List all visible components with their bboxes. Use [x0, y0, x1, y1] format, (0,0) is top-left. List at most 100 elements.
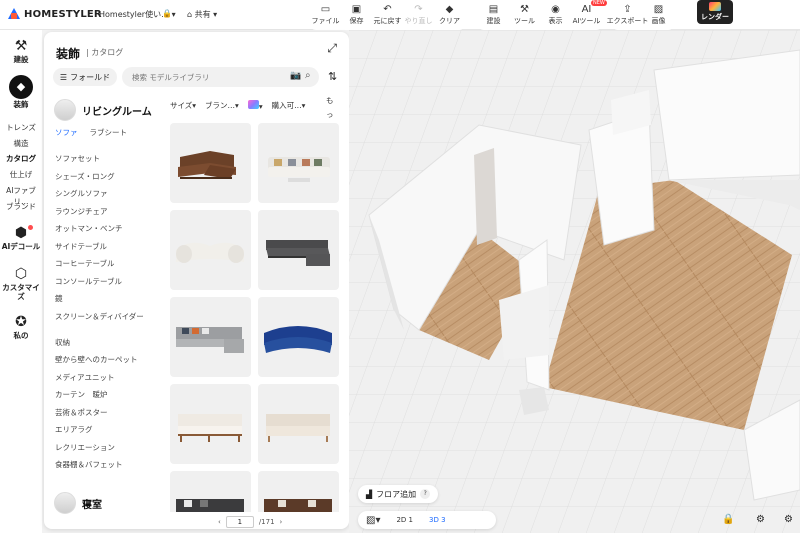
subcategory-item[interactable]: 食器棚＆バフェット: [55, 460, 165, 478]
subcategory-item[interactable]: 収納: [55, 338, 165, 356]
category-living-room[interactable]: リビングルーム: [54, 99, 152, 121]
sofa-icon: ◆: [9, 75, 33, 99]
save-icon: ▣: [351, 4, 362, 15]
rail-sub-catalog[interactable]: カタログ: [0, 153, 42, 164]
product-card[interactable]: [258, 297, 339, 377]
brown-sectional-sofa-image: [178, 151, 236, 179]
subcategory-item[interactable]: カーテン 暖炉: [55, 390, 165, 408]
page-input[interactable]: 1: [225, 516, 254, 528]
lock-view-icon[interactable]: 🔒: [722, 514, 734, 525]
new-badge: NEW: [591, 0, 607, 6]
product-card[interactable]: [170, 297, 251, 377]
rail-sub-finish[interactable]: 仕上げ: [0, 169, 42, 180]
rail-customize[interactable]: ⬡ カスタマイズ: [0, 266, 42, 301]
filter-purchasable[interactable]: 購入可…▾: [272, 100, 306, 111]
product-card[interactable]: [258, 471, 339, 512]
build-button[interactable]: ▤ 建設: [478, 0, 509, 30]
subcategory-item[interactable]: メディアユニット: [55, 373, 165, 391]
filter-color[interactable]: ▾: [247, 100, 263, 111]
rail-mine[interactable]: ✪ 私の: [0, 314, 42, 340]
product-card[interactable]: [258, 210, 339, 290]
add-floor-button[interactable]: ▟ フロア追加 ?: [358, 485, 439, 503]
view-button[interactable]: ◉ 表示: [540, 0, 571, 30]
product-card[interactable]: [258, 384, 339, 464]
tools-button[interactable]: ⚒ ツール: [509, 0, 540, 30]
catalog-panel: 装飾 | カタログ ⤢ ☰ フォールド 📷 ⌕ ⇅ リビングルーム ソファ ラブ…: [44, 32, 349, 529]
subcategory-item[interactable]: シェーズ・ロング: [55, 172, 165, 190]
rail-build[interactable]: ⚒ 建設: [0, 38, 42, 64]
subcategory-item[interactable]: 壁から壁へのカーペット: [55, 355, 165, 373]
subcategory-item[interactable]: 鏡: [55, 294, 165, 312]
redo-icon: ↷: [414, 4, 423, 15]
view-3d-button[interactable]: 3D 3: [421, 516, 454, 524]
product-card[interactable]: [258, 123, 339, 203]
3d-viewport[interactable]: [349, 30, 800, 533]
redo-button[interactable]: ↷ やり直し: [403, 0, 434, 30]
next-page-icon[interactable]: ›: [280, 518, 283, 526]
image-button[interactable]: ▨ 画像: [643, 0, 674, 30]
subcategory-item[interactable]: レクリエーション: [55, 443, 165, 461]
build-toolbar-group: ▤ 建設 ⚒ ツール ◉ 表示 AI AIツール: [478, 0, 602, 30]
camera-settings-icon[interactable]: ⚙: [756, 514, 765, 525]
toolbar-label: 表示: [548, 17, 563, 25]
view-settings-icon[interactable]: ▨▾: [358, 515, 388, 526]
filter-brand[interactable]: ブラン…▾: [205, 100, 239, 111]
rail-ai-decor[interactable]: ⬢ AIデコール: [0, 225, 42, 251]
toolbar-label: ファイル: [311, 17, 340, 25]
subcategory-sofa[interactable]: ソファ: [55, 128, 78, 154]
subcategory-item[interactable]: サイドテーブル: [55, 242, 165, 260]
logo[interactable]: HOMESTYLER: [8, 8, 102, 20]
lock-icon[interactable]: 🔒: [162, 9, 172, 18]
toolbar-label: 建設: [486, 17, 501, 25]
subcategory-item[interactable]: エリアラグ: [55, 425, 165, 443]
sort-icon[interactable]: ⇅: [328, 70, 337, 83]
subcategory-row: ソファ ラブシート: [55, 128, 165, 154]
share-button[interactable]: ⌂ 共有 ▾: [187, 9, 217, 20]
gray-sectional-with-pillows-image: [176, 327, 244, 353]
expand-icon[interactable]: ⤢: [327, 41, 337, 56]
file-toolbar-group: ▭ ファイル ▣ 保存 ↶ 元に戻す ↷ やり直し ◆ クリア: [310, 0, 465, 30]
subcategory-item[interactable]: シングルソファ: [55, 189, 165, 207]
category-bedroom[interactable]: 寝室: [54, 492, 102, 514]
product-card[interactable]: [170, 123, 251, 203]
camera-icon[interactable]: 📷: [290, 71, 301, 81]
subcategory-loveseat[interactable]: ラブシート: [90, 128, 128, 154]
subcategory-item[interactable]: ラウンジチェア: [55, 207, 165, 225]
curved-white-sofa-image: [176, 242, 244, 263]
rail-decor[interactable]: ◆ 装飾: [0, 75, 42, 109]
product-card[interactable]: [170, 210, 251, 290]
file-button[interactable]: ▭ ファイル: [310, 0, 341, 30]
help-icon[interactable]: ?: [420, 489, 431, 499]
beige-sofa-wood-legs-image: [266, 414, 330, 442]
product-card[interactable]: [170, 384, 251, 464]
white-sofa-with-cushions-image: [268, 157, 330, 182]
view-2d-button[interactable]: 2D 1: [388, 516, 421, 524]
left-rail: ⚒ 建設 ◆ 装飾 トレンズ 構造 カタログ 仕上げ AIファブリ… ブランド …: [0, 30, 42, 533]
camera-view-icon[interactable]: ⚙: [784, 514, 793, 525]
rail-sub-structure[interactable]: 構造: [0, 138, 42, 149]
dark-gray-sectional-image: [266, 240, 330, 266]
render-button[interactable]: レンダー: [697, 0, 733, 24]
search-icon[interactable]: ⌕: [305, 70, 311, 81]
folder-button[interactable]: ☰ フォールド: [53, 68, 117, 86]
rail-sub-trends[interactable]: トレンズ: [0, 122, 42, 133]
product-grid: [170, 123, 342, 512]
save-button[interactable]: ▣ 保存: [341, 0, 372, 30]
subcategory-item[interactable]: コーヒーテーブル: [55, 259, 165, 277]
render-icon: [709, 2, 721, 11]
export-button[interactable]: ⇪ エクスポート: [607, 0, 649, 30]
subcategory-item[interactable]: コンソールテーブル: [55, 277, 165, 295]
subcategory-item[interactable]: 芸術＆ポスター: [55, 408, 165, 426]
clear-button[interactable]: ◆ クリア: [434, 0, 465, 30]
prev-page-icon[interactable]: ‹: [218, 518, 221, 526]
black-sofa-image: [176, 499, 244, 512]
undo-button[interactable]: ↶ 元に戻す: [372, 0, 403, 30]
rail-sub-brand[interactable]: ブランド: [0, 201, 42, 212]
subcategory-item[interactable]: ソファセット: [55, 154, 165, 172]
cube-icon: ⬡: [14, 266, 28, 282]
filter-size[interactable]: サイズ▾: [170, 100, 196, 111]
notification-dot: [28, 225, 33, 230]
product-card[interactable]: [170, 471, 251, 512]
subcategory-item[interactable]: スクリーン＆ディバイダー: [55, 312, 165, 338]
subcategory-item[interactable]: オットマン・ベンチ: [55, 224, 165, 242]
